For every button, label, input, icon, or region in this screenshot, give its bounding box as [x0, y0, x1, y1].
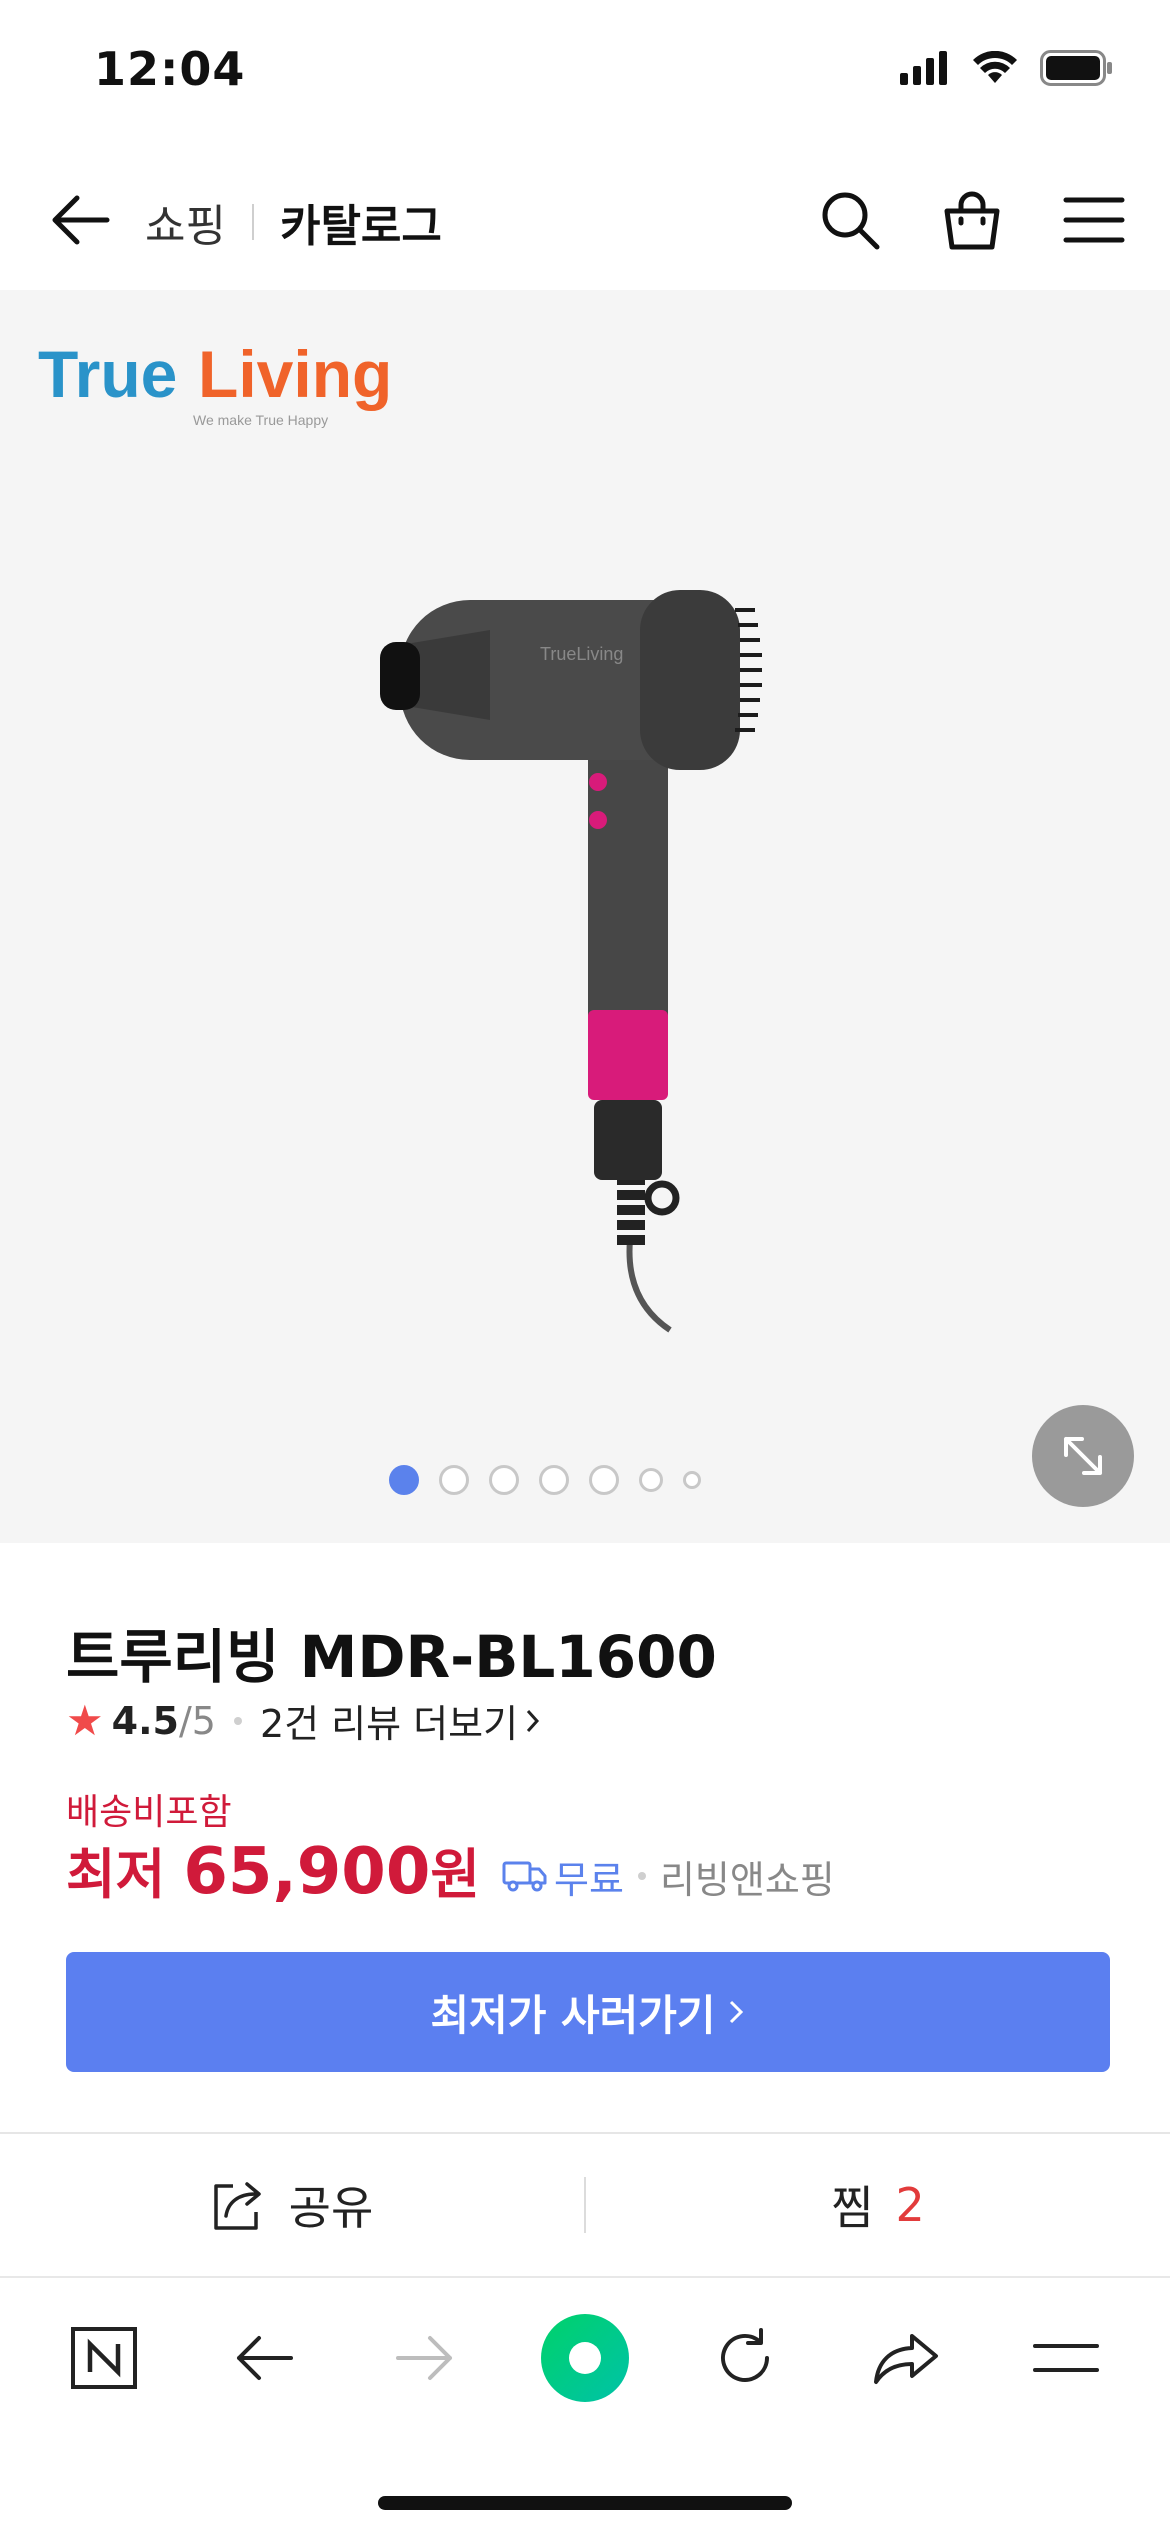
- expand-image-button[interactable]: [1032, 1405, 1134, 1507]
- pagination-dot[interactable]: [539, 1465, 569, 1495]
- pagination-dot[interactable]: [489, 1465, 519, 1495]
- browser-menu-button[interactable]: [1016, 2308, 1116, 2408]
- breadcrumb-catalog[interactable]: 카탈로그: [280, 190, 442, 254]
- search-button[interactable]: [814, 184, 886, 256]
- home-indicator: [378, 2496, 792, 2510]
- battery-icon: [1040, 50, 1112, 86]
- price-value: 65,900: [183, 1835, 431, 1909]
- cellular-signal-icon: [900, 51, 947, 85]
- refresh-button[interactable]: [695, 2308, 795, 2408]
- buy-button-label: 최저가 사러가기: [430, 1990, 716, 2040]
- browser-back-icon: [237, 2336, 294, 2380]
- browser-forward-button[interactable]: [375, 2308, 475, 2408]
- pagination-dot[interactable]: [639, 1468, 663, 1492]
- pagination-dot[interactable]: [439, 1465, 469, 1495]
- nav-actions: [814, 184, 1130, 256]
- wifi-icon: [973, 51, 1017, 83]
- naver-n-icon: [71, 2327, 138, 2389]
- green-dot-icon: [540, 2314, 629, 2402]
- share-button[interactable]: 공유: [0, 2134, 584, 2276]
- breadcrumb-shopping[interactable]: 쇼핑: [145, 190, 226, 254]
- naver-home-button[interactable]: [54, 2308, 154, 2408]
- svg-text:TrueLiving: TrueLiving: [540, 644, 623, 664]
- pagination-dot[interactable]: [589, 1465, 619, 1495]
- shipping-free-label: 무료: [554, 1857, 624, 1902]
- share-arrow-icon: [873, 2334, 938, 2384]
- separator-dot: [637, 1872, 646, 1880]
- browser-toolbar: [0, 2276, 1170, 2532]
- svg-text:We make True Happy: We make True Happy: [193, 412, 328, 428]
- pagination-dot-active[interactable]: [389, 1465, 419, 1495]
- cart-button[interactable]: [936, 184, 1008, 256]
- rating-row: ★ 4.5 /5 2건 리뷰 더보기: [66, 1693, 542, 1748]
- status-icons: [900, 50, 1114, 86]
- rating-max: /5: [178, 1698, 216, 1743]
- green-dot-button[interactable]: [535, 2308, 635, 2408]
- chevron-right-icon: [526, 1709, 540, 1732]
- menu-icon: [1063, 197, 1125, 243]
- hair-dryer-image: TrueLiving: [380, 590, 762, 1333]
- menu-button[interactable]: [1058, 184, 1130, 256]
- status-time: 12:04: [94, 42, 246, 96]
- breadcrumb: 쇼핑 카탈로그: [145, 190, 442, 254]
- chevron-right-icon: [729, 2000, 743, 2024]
- shopping-bag-icon: [944, 191, 1000, 250]
- search-icon: [822, 192, 880, 250]
- zzim-label: 찜: [831, 2181, 874, 2235]
- seller-name[interactable]: 리빙앤쇼핑: [660, 1849, 835, 1904]
- price-row: 최저 65,900 원 무료 리빙앤쇼핑: [66, 1830, 835, 1909]
- price-unit: 원: [430, 1843, 481, 1906]
- star-icon: ★: [66, 1696, 104, 1745]
- zzim-count: 2: [895, 2178, 925, 2232]
- buy-lowest-price-button[interactable]: 최저가 사러가기: [66, 1952, 1110, 2072]
- browser-toolbar-icons: [0, 2308, 1170, 2408]
- share-label: 공유: [288, 2181, 374, 2235]
- browser-forward-icon: [395, 2336, 452, 2380]
- delivery-truck-icon: [502, 1861, 547, 1892]
- shipping-note: 배송비포함: [66, 1792, 232, 1833]
- back-button[interactable]: [44, 184, 116, 256]
- review-link[interactable]: 2건 리뷰 더보기: [260, 1693, 518, 1748]
- pagination-dot[interactable]: [683, 1471, 701, 1489]
- rating-value: 4.5: [111, 1698, 179, 1743]
- separator-dot: [233, 1716, 242, 1725]
- product-gallery[interactable]: True Living We make True Happy TrueLivin…: [0, 290, 1170, 1543]
- product-title: 트루리빙 MDR-BL1600: [66, 1623, 717, 1691]
- svg-text:True: True: [38, 337, 177, 411]
- zzim-button[interactable]: 찜 2: [586, 2134, 1170, 2276]
- action-row: 공유 찜 2: [0, 2134, 1170, 2276]
- refresh-icon: [721, 2328, 770, 2382]
- back-arrow-icon: [52, 195, 110, 245]
- brand-logo: True Living We make True Happy: [38, 337, 392, 428]
- svg-text:Living: Living: [198, 337, 392, 411]
- status-bar: 12:04: [0, 0, 1170, 150]
- shipping-info: 무료 리빙앤쇼핑: [502, 1849, 835, 1904]
- top-nav: 쇼핑 카탈로그: [0, 170, 1170, 290]
- expand-icon: [1064, 1437, 1102, 1475]
- browser-menu-icon: [1032, 2344, 1099, 2372]
- share-icon: [213, 2182, 261, 2230]
- breadcrumb-separator: [251, 204, 254, 240]
- gallery-pagination: [0, 1465, 1170, 1495]
- browser-back-button[interactable]: [214, 2308, 314, 2408]
- price-prefix: 최저: [66, 1843, 166, 1906]
- browser-share-button[interactable]: [856, 2308, 956, 2408]
